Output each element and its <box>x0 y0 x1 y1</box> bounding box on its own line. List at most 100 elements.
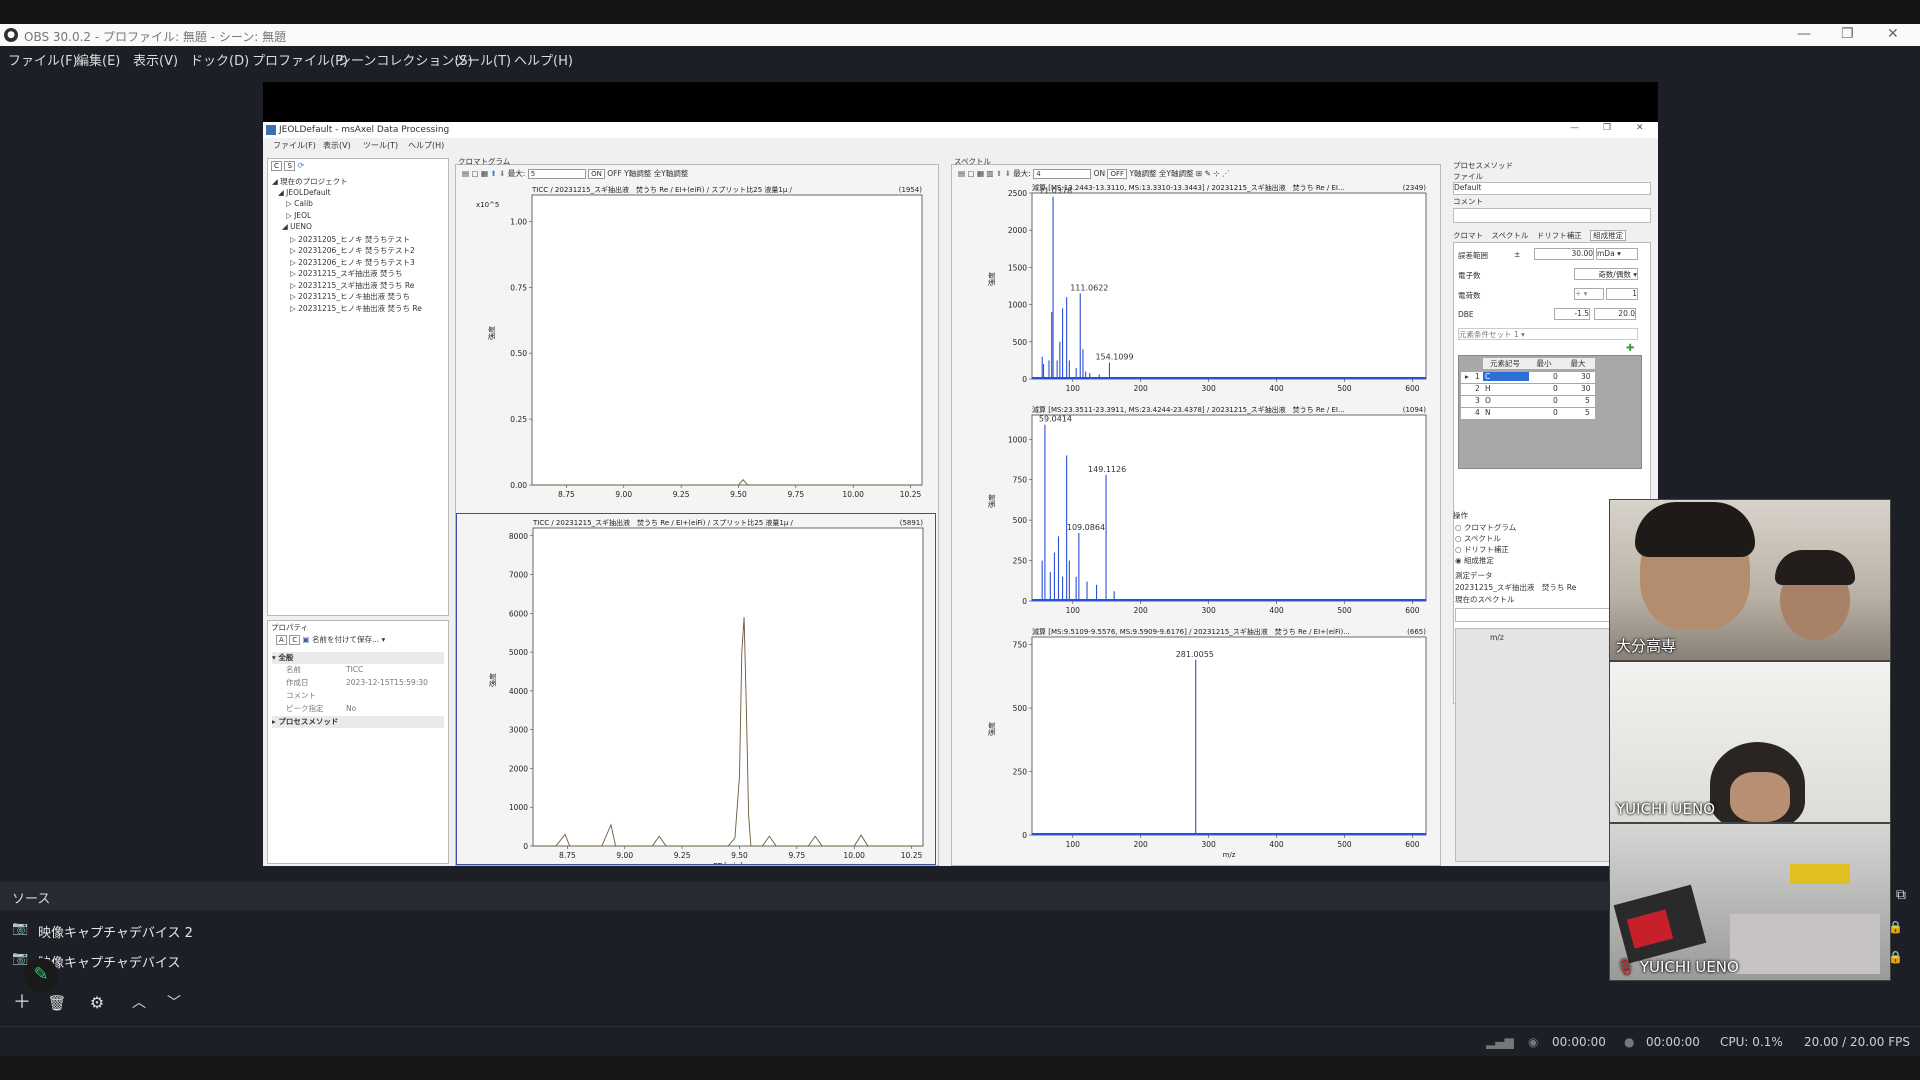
tab-drift[interactable]: ドリフト補正 <box>1537 231 1582 240</box>
menu-view[interactable]: 表示(V) <box>133 50 178 69</box>
move-down-button[interactable]: ﹀ <box>160 990 188 1016</box>
lock-icon[interactable]: 🔒 <box>1888 950 1903 964</box>
table-row[interactable]: ▸ 1 C 0 30 <box>1461 372 1595 383</box>
tab-spectrum[interactable]: スペクトル <box>1491 231 1528 240</box>
minimize-icon[interactable]: — <box>1797 26 1811 42</box>
tree-item[interactable]: ◢ JEOLDefault <box>272 188 422 200</box>
tree-root[interactable]: ◢ 現在のプロジェクト <box>272 176 422 188</box>
table-row[interactable]: 3O05 <box>1461 396 1595 407</box>
on-button[interactable]: ON <box>1094 169 1106 178</box>
tree-item[interactable]: ▷ 20231206_ヒノキ 焚うちテスト2 <box>272 245 422 257</box>
spectrum-plot-3[interactable]: 減算 [MS:9.5109-9.5576, MS:9.5909-9.6176] … <box>952 623 1438 865</box>
source-settings-button[interactable]: ⚙ <box>83 990 111 1016</box>
off-button[interactable]: OFF <box>607 169 622 178</box>
menu-profile[interactable]: プロファイル(P) <box>252 50 348 69</box>
add-source-button[interactable]: ＋ <box>8 990 36 1016</box>
on-button[interactable]: ON <box>588 169 605 179</box>
radio-spectrum[interactable]: ○ スペクトル <box>1455 533 1516 544</box>
tree-item[interactable]: ▷ Calib <box>272 199 422 211</box>
participant-video-3[interactable]: 🎙 YUICHI UENO <box>1609 823 1891 981</box>
chromatogram-plot-1[interactable]: TICC / 20231215_スギ抽出液 焚うち Re / EI+(eiFi)… <box>456 179 938 499</box>
menu-scene-collection[interactable]: シーンコレクション(S) <box>338 50 473 69</box>
radio-chromatogram[interactable]: ○ クロマトグラム <box>1455 522 1516 533</box>
max-select[interactable]: 4 <box>1033 169 1092 179</box>
charge-sign-select[interactable]: + ▾ <box>1574 288 1604 300</box>
pen-icon[interactable]: ✎ <box>24 958 58 992</box>
arrow-up-icon[interactable]: ⬆ <box>996 169 1002 178</box>
spectrum-plot-2[interactable]: 減算 [MS:23.3511-23.3911, MS:23.4244-23.43… <box>952 401 1438 621</box>
spectrum-plot-1[interactable]: 減算 [MS:13.2443-13.3110, MS:13.3310-13.34… <box>952 179 1438 399</box>
menu-help[interactable]: ヘルプ(H) <box>514 50 573 69</box>
table-row[interactable]: 4N05 <box>1461 408 1595 419</box>
range-input[interactable]: 30.00 <box>1534 248 1594 260</box>
x-tick-label: 400 <box>1269 606 1284 615</box>
tree-item[interactable]: ▷ JEOL <box>272 211 422 223</box>
prop-row: 作成日 2023-12-15T15:59:30 <box>286 678 428 687</box>
tree-item[interactable]: ▷ 20231215_ヒノキ抽出液 焚うち Re <box>272 303 422 315</box>
msaxel-menu-view[interactable]: 表示(V) <box>323 140 351 151</box>
electron-select[interactable]: 奇数/偶数 ▾ <box>1574 268 1638 280</box>
tree-item[interactable]: ▷ 20231205_ヒノキ 焚うちテスト <box>272 234 422 246</box>
props-process-section[interactable]: ▸ プロセスメソッド <box>272 716 444 728</box>
tree-item[interactable]: ▷ 20231215_ヒノキ抽出液 焚うち <box>272 291 422 303</box>
element-set-select[interactable]: 元素条件セット 1 ▾ <box>1458 328 1638 340</box>
charge-input[interactable]: 1 <box>1606 288 1638 300</box>
move-up-button[interactable]: ︿ <box>125 990 153 1016</box>
refresh-icon[interactable]: ⟳ <box>297 161 304 170</box>
menu-tools[interactable]: ツール(T) <box>454 50 511 69</box>
source-item[interactable]: 📷 映像キャプチャデバイス 2 <box>0 916 1610 944</box>
chromatogram-plot-2[interactable]: TICC / 20231215_スギ抽出液 焚うち Re / EI+(eiFi)… <box>456 513 936 865</box>
y-all-adjust-button[interactable]: 全Y軸調整 <box>654 169 689 178</box>
close-icon[interactable]: ✕ <box>1887 26 1899 42</box>
tree-item[interactable]: ◢ UENO <box>272 222 422 234</box>
off-button[interactable]: OFF <box>1107 169 1128 179</box>
tab-composition[interactable]: 組成推定 <box>1590 230 1627 241</box>
lock-icon[interactable]: 🔒 <box>1888 920 1903 934</box>
range-unit-select[interactable]: mDa ▾ <box>1596 248 1638 260</box>
msaxel-menu-tools[interactable]: ツール(T) <box>363 140 398 151</box>
tree-c-button[interactable]: C <box>271 161 282 171</box>
tab-chromato[interactable]: クロマト <box>1453 231 1483 240</box>
add-icon[interactable]: ✚ <box>1626 343 1634 354</box>
save-as-button[interactable]: 名前を付けて保存... <box>312 635 379 644</box>
msaxel-menu-help[interactable]: ヘルプ(H) <box>408 140 444 151</box>
dock-float-icon[interactable]: ⧉ <box>1896 887 1906 903</box>
participant-video-2[interactable]: YUICHI UENO <box>1609 661 1891 823</box>
msaxel-maximize-icon[interactable]: ❐ <box>1603 123 1611 133</box>
tool-icons[interactable]: ⊞ ✎ ⊹ ⋰ <box>1196 169 1230 178</box>
file-field[interactable]: Default <box>1453 182 1651 195</box>
menu-file[interactable]: ファイル(F) <box>8 50 78 69</box>
tree-item[interactable]: ▷ 20231215_スギ抽出液 焚うち Re <box>272 280 422 292</box>
tree-s-button[interactable]: S <box>284 161 295 171</box>
props-a-button[interactable]: A <box>276 635 287 645</box>
msaxel-menu-file[interactable]: ファイル(F) <box>273 140 316 151</box>
msaxel-minimize-icon[interactable]: — <box>1570 123 1579 133</box>
tree-item[interactable]: ▷ 20231215_スギ抽出液 焚うち <box>272 268 422 280</box>
radio-composition[interactable]: ◉ 組成推定 <box>1455 555 1516 566</box>
layout-icon[interactable]: ▤ ▢ ▦ <box>462 169 488 178</box>
menu-dock[interactable]: ドック(D) <box>190 50 249 69</box>
msaxel-close-icon[interactable]: ✕ <box>1636 123 1644 133</box>
table-row[interactable]: 2 H 0 30 <box>1461 384 1595 395</box>
props-section[interactable]: ▾ 全般 <box>272 652 444 664</box>
comment-field[interactable] <box>1453 208 1651 223</box>
menu-edit[interactable]: 編集(E) <box>76 50 120 69</box>
participant-video-1[interactable]: 大分高専 <box>1609 499 1891 661</box>
y-adjust-button[interactable]: Y軸調整 <box>624 169 651 178</box>
layout-icon[interactable]: ▤ ▢ ▦ ▥ <box>958 169 994 178</box>
dbe-max-input[interactable]: 20.0 <box>1594 308 1636 320</box>
max-select[interactable]: 5 <box>527 169 586 179</box>
arrow-up-icon[interactable]: ⬆ <box>490 169 496 178</box>
y-all-adjust-button[interactable]: 全Y軸調整 <box>1159 169 1194 178</box>
source-item[interactable]: 📷 映像キャプチャデバイス <box>0 946 1610 974</box>
prop-row: ピーク指定 No <box>286 704 357 713</box>
remove-source-button[interactable]: 🗑 <box>43 990 71 1016</box>
arrow-down-icon[interactable]: ⬇ <box>499 169 505 178</box>
props-c-button[interactable]: C <box>289 635 301 645</box>
arrow-down-icon[interactable]: ⬇ <box>1005 169 1011 178</box>
dbe-min-input[interactable]: -1.5 <box>1554 308 1590 320</box>
radio-drift[interactable]: ○ ドリフト補正 <box>1455 544 1516 555</box>
tree-item[interactable]: ▷ 20231206_ヒノキ 焚うちテスト3 <box>272 257 422 269</box>
y-adjust-button[interactable]: Y軸調整 <box>1129 169 1156 178</box>
maximize-icon[interactable]: ❐ <box>1841 26 1854 42</box>
